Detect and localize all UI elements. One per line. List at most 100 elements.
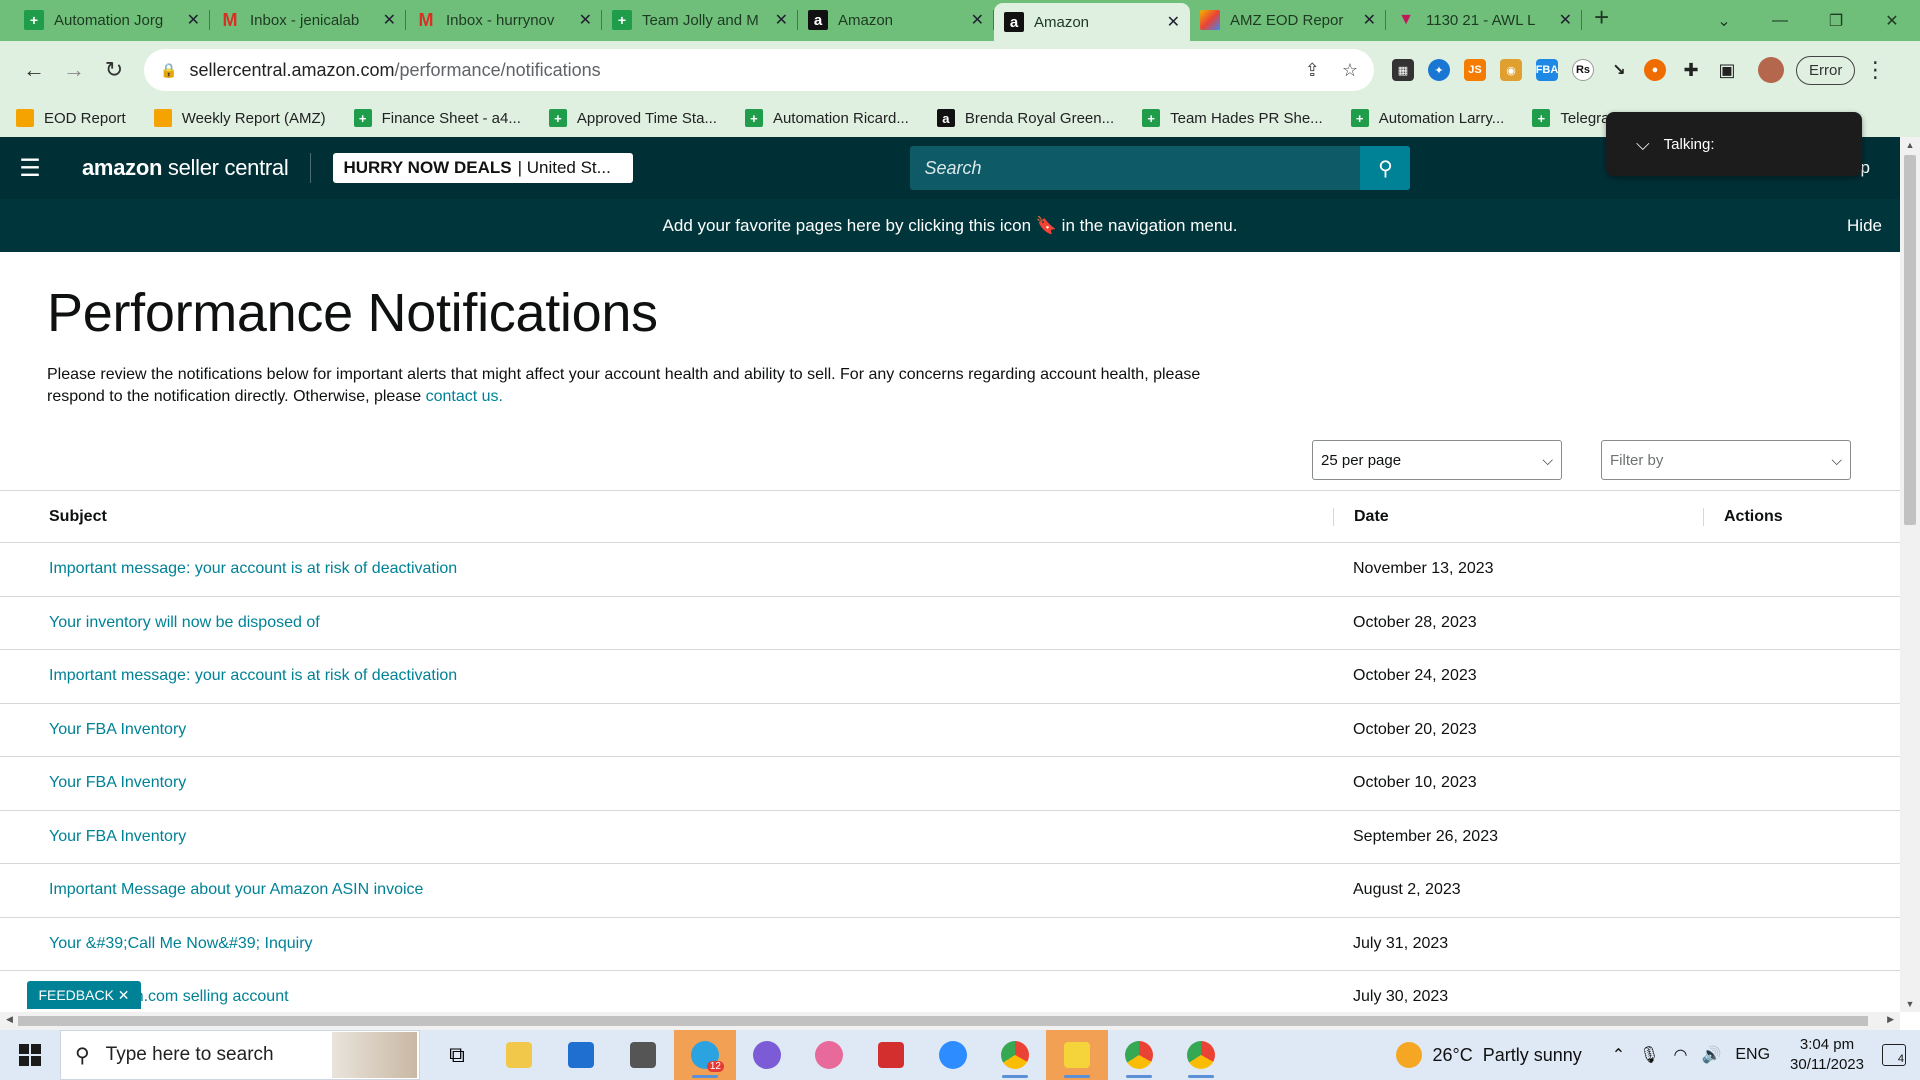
bookmark-item[interactable]: Weekly Report (AMZ) [153,109,326,127]
mail-icon[interactable] [550,1030,612,1080]
browser-tab[interactable]: ▼ 1130 21 - AWL L ✕ [1386,3,1582,37]
new-tab-button[interactable]: + [1594,2,1609,33]
filter-by-select[interactable]: Filter by ⌵ [1601,440,1851,480]
scroll-right-icon[interactable]: ▶ [1887,1014,1894,1025]
microphone-icon[interactable]: 🎙 [1639,1045,1659,1065]
notification-subject-link[interactable]: Your inventory will now be disposed of [0,614,1333,632]
close-tab-icon[interactable]: ✕ [1559,10,1572,30]
extension-blue-icon[interactable]: ✦ [1428,59,1450,81]
search-button[interactable]: ⚲ [1360,146,1411,190]
browser-tab[interactable]: + Team Jolly and M ✕ [602,3,798,37]
extensions-puzzle-icon[interactable]: ✚ [1680,59,1702,81]
hamburger-menu-icon[interactable]: ☰ [0,154,60,183]
notification-subject-link[interactable]: Your Amazon.com selling account [0,988,1333,1006]
weather-widget[interactable]: 26°C Partly sunny [1396,1042,1582,1068]
reload-icon[interactable]: ↻ [94,57,134,83]
copilot-icon[interactable] [736,1030,798,1080]
chrome-profile-icon[interactable] [1108,1030,1170,1080]
browser-tab[interactable]: M Inbox - jenicalab ✕ [210,3,406,37]
browser-tab[interactable]: AMZ EOD Repor ✕ [1190,3,1386,37]
notification-subject-link[interactable]: Important Message about your Amazon ASIN… [0,881,1333,899]
menu-kebab-icon[interactable]: ⋮ [1855,57,1895,83]
browser-tab[interactable]: M Inbox - hurrynov ✕ [406,3,602,37]
bookmark-item[interactable]: + Automation Larry... [1350,109,1504,127]
notification-subject-link[interactable]: Important message: your account is at ri… [0,560,1333,578]
notification-center-icon[interactable]: 4 [1882,1044,1906,1066]
network-icon[interactable]: ◠ [1673,1045,1687,1065]
vertical-scrollbar[interactable]: ▲ ▼ [1900,137,1920,1012]
subject-header[interactable]: Subject [0,508,1333,526]
close-tab-icon[interactable]: ✕ [971,10,984,30]
date-header[interactable]: Date [1333,507,1703,526]
extension-circle-icon[interactable]: ● [1644,59,1666,81]
notification-subject-link[interactable]: Important message: your account is at ri… [0,667,1333,685]
bookmark-item[interactable]: + Team Hades PR She... [1142,109,1323,127]
back-icon[interactable]: ← [14,57,54,83]
browser-tab[interactable]: a Amazon ✕ [994,3,1190,41]
seller-central-logo[interactable]: amazon seller central [82,155,289,181]
notification-subject-link[interactable]: Your FBA Inventory [0,774,1333,792]
restore-button[interactable]: ❐ [1808,11,1864,31]
volume-icon[interactable]: 🔊 [1701,1045,1721,1065]
scroll-down-icon[interactable]: ▼ [1900,999,1920,1009]
error-button[interactable]: Error [1796,55,1856,85]
browser-tab[interactable]: + Automation Jorg ✕ [14,3,210,37]
share-icon[interactable]: ⇪ [1305,60,1320,81]
chrome-icon[interactable] [984,1030,1046,1080]
chevron-down-icon[interactable]: ⌵ [1636,134,1650,155]
taskbar-search[interactable]: ⚲ Type here to search [60,1030,420,1080]
close-tab-icon[interactable]: ✕ [1167,12,1180,32]
bookmark-item[interactable]: EOD Report [16,109,126,127]
feedback-button[interactable]: FEEDBACK ✕ [27,981,141,1009]
bookmark-item[interactable]: a Brenda Royal Green... [936,109,1114,127]
notification-subject-link[interactable]: Your &#39;Call Me Now&#39; Inquiry [0,935,1333,953]
activity-app-icon[interactable] [860,1030,922,1080]
scrollbar-thumb[interactable] [1904,155,1916,525]
hscrollbar-thumb[interactable] [18,1016,1868,1026]
clock[interactable]: 3:04 pm 30/11/2023 [1790,1035,1864,1075]
telegram-icon[interactable]: 12 [674,1030,736,1080]
bookmark-item[interactable]: + Automation Ricard... [744,109,909,127]
scroll-up-icon[interactable]: ▲ [1900,140,1920,150]
url-bar[interactable]: 🔒 sellercentral.amazon.com/performance/n… [144,49,1374,91]
close-tab-icon[interactable]: ✕ [1363,10,1376,30]
extension-orange-icon[interactable]: ◉ [1500,59,1522,81]
start-button[interactable] [0,1044,60,1066]
notification-subject-link[interactable]: Your FBA Inventory [0,721,1333,739]
profile-avatar[interactable] [1758,57,1784,83]
language-indicator[interactable]: ENG [1735,1046,1770,1064]
bookmark-star-icon[interactable]: ☆ [1342,60,1358,81]
chevron-up-icon[interactable]: ⌃ [1612,1045,1625,1065]
minimize-button[interactable]: — [1752,12,1808,30]
forward-icon[interactable]: → [54,57,94,83]
close-tab-icon[interactable]: ✕ [775,10,788,30]
browser-tab[interactable]: a Amazon ✕ [798,3,994,37]
notification-subject-link[interactable]: Your FBA Inventory [0,828,1333,846]
hide-banner-button[interactable]: Hide [1847,216,1882,236]
search-field[interactable] [910,146,1361,190]
sticky-notes-icon[interactable] [1046,1030,1108,1080]
extension-arrow-icon[interactable]: ↘ [1608,59,1630,81]
js-extension-icon[interactable]: JS [1464,59,1486,81]
store-selector[interactable]: HURRY NOW DEALS | United St... [333,153,634,183]
scroll-left-icon[interactable]: ◀ [6,1014,13,1025]
task-view-icon[interactable]: ⧉ [426,1030,488,1080]
close-tab-icon[interactable]: ✕ [187,10,200,30]
bookmark-item[interactable]: + Finance Sheet - a4... [353,109,521,127]
contact-us-link[interactable]: contact us. [426,388,503,405]
fba-extension-icon[interactable]: FBA [1536,59,1558,81]
zoom-icon[interactable] [922,1030,984,1080]
chrome-profile-2-icon[interactable] [1170,1030,1232,1080]
close-window-button[interactable]: ✕ [1864,11,1920,31]
close-tab-icon[interactable]: ✕ [383,10,396,30]
rs-extension-icon[interactable]: Rs [1572,59,1594,81]
search-input[interactable] [910,157,1361,179]
tab-search-icon[interactable]: ⌄ [1696,11,1752,31]
calculator-icon[interactable] [612,1030,674,1080]
per-page-select[interactable]: 25 per page ⌵ [1312,440,1562,480]
file-explorer-icon[interactable] [488,1030,550,1080]
close-tab-icon[interactable]: ✕ [579,10,592,30]
snipping-tool-icon[interactable] [798,1030,860,1080]
qr-extension-icon[interactable]: ▦ [1392,59,1414,81]
side-panel-icon[interactable]: ▣ [1716,59,1738,81]
